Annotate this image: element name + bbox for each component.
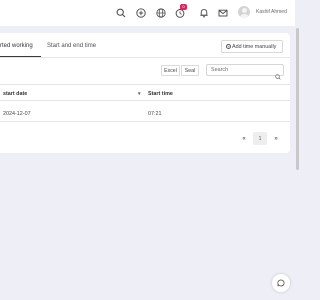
pagination-prev-button[interactable]: « — [237, 132, 251, 145]
scrollbar-thumb[interactable] — [296, 28, 299, 170]
search-input[interactable] — [206, 64, 284, 76]
excel-export-button[interactable]: Excel — [161, 65, 180, 76]
search-icon[interactable] — [116, 8, 126, 18]
globe-icon[interactable] — [156, 8, 166, 18]
tab-start-and-end-time[interactable]: Start and end time — [47, 43, 96, 49]
divider — [0, 57, 290, 58]
seal-label: Seal — [184, 67, 196, 74]
cell-start-date: 2024-12-07 — [3, 111, 31, 117]
pagination-page-1[interactable]: 1 — [253, 132, 267, 145]
excel-label: Excel — [164, 67, 177, 74]
mail-icon[interactable] — [218, 8, 228, 18]
pagination-next-button[interactable]: » — [269, 132, 283, 145]
column-header-start-date[interactable]: start date — [3, 91, 27, 97]
cell-start-time: 07:21 — [148, 111, 162, 117]
seal-button[interactable]: Seal — [181, 65, 199, 76]
avatar[interactable] — [238, 6, 250, 18]
user-name[interactable]: Kashif Ahmed — [256, 9, 287, 15]
notification-badge: 0 — [180, 4, 187, 10]
add-circle-icon: + — [226, 44, 231, 49]
add-time-manually-button[interactable]: + Add time manually — [221, 40, 283, 53]
add-time-label: Add time manually — [232, 43, 277, 50]
bell-icon[interactable] — [199, 8, 209, 18]
top-bar: 0 Kashif Ahmed — [0, 0, 300, 26]
chat-button[interactable] — [272, 274, 290, 292]
sort-down-icon[interactable]: ▼ — [137, 91, 141, 96]
add-circle-icon[interactable] — [136, 8, 146, 18]
chat-icon — [277, 279, 285, 287]
tab-started-working[interactable]: rted working — [0, 43, 33, 49]
table-row: 2024-12-07 07:21 — [0, 106, 290, 122]
table-header: start date ▼ Start time — [0, 84, 290, 101]
search-icon — [275, 67, 281, 80]
time-tracking-card: rted working Start and end time + Add ti… — [0, 33, 290, 153]
column-header-start-time[interactable]: Start time — [148, 91, 173, 97]
